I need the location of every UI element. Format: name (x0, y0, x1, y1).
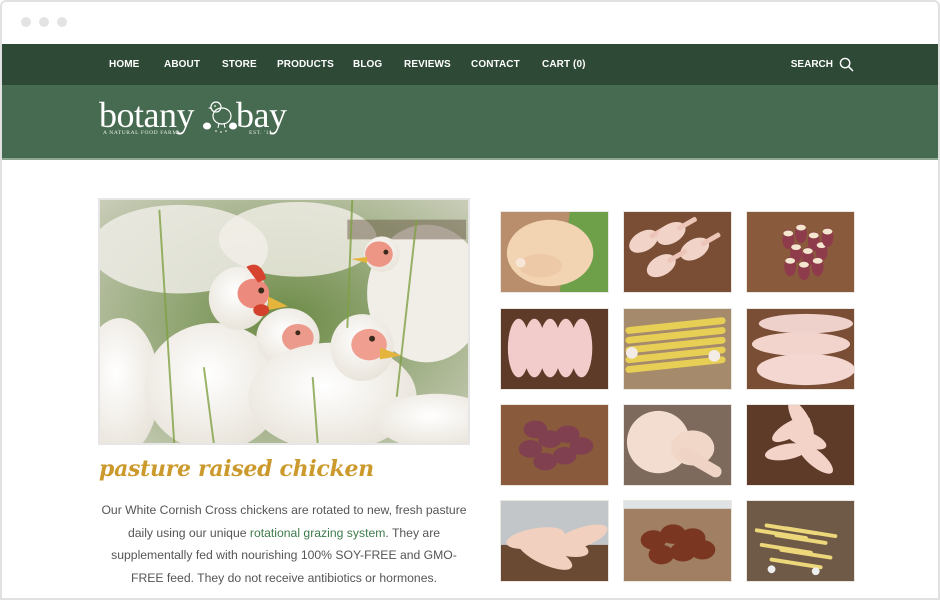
nav-blog[interactable]: BLOG (353, 44, 382, 85)
product-thumbnail[interactable] (746, 500, 855, 582)
nav-store[interactable]: STORE (222, 44, 257, 85)
window-close-button[interactable] (21, 17, 31, 27)
nav-home[interactable]: HOME (109, 44, 139, 85)
product-photo-whole (501, 212, 608, 292)
logo-established: EST. '11 (249, 130, 273, 136)
product-thumbnail[interactable] (623, 500, 732, 582)
product-photo-livers (501, 405, 608, 485)
product-photo-feet2 (747, 501, 854, 581)
rotational-grazing-link[interactable]: rotational grazing system (250, 526, 385, 540)
logo-word-bay: bay (236, 95, 287, 135)
product-photo-legs (624, 212, 731, 292)
product-photo-wings (747, 405, 854, 485)
product-photo-feet (624, 309, 731, 389)
brand-header: botany bay A NATURAL FOOD FARM EST. '11 (2, 85, 938, 160)
product-photo-fillets (747, 309, 854, 389)
nav-about[interactable]: ABOUT (164, 44, 200, 85)
section-title: pasture raised chicken (99, 456, 374, 482)
main-nav: HOME ABOUT STORE PRODUCTS BLOG REVIEWS C… (2, 44, 938, 85)
window-maximize-button[interactable] (57, 17, 67, 27)
product-thumbnail[interactable] (623, 211, 732, 293)
product-photo-gizzards (624, 501, 731, 581)
browser-window: HOME ABOUT STORE PRODUCTS BLOG REVIEWS C… (0, 0, 940, 600)
logo-word-botany: botany (99, 95, 194, 135)
product-thumbnail[interactable] (746, 211, 855, 293)
search-button[interactable]: SEARCH (791, 44, 854, 85)
product-photo-wings2 (501, 501, 608, 581)
nav-contact[interactable]: CONTACT (471, 44, 520, 85)
product-thumbnail[interactable] (500, 308, 609, 390)
product-thumbnail[interactable] (500, 500, 609, 582)
nav-products[interactable]: PRODUCTS (277, 44, 334, 85)
nav-reviews[interactable]: REVIEWS (404, 44, 451, 85)
hero-photo-chickens (100, 200, 468, 443)
product-thumbnail[interactable] (746, 404, 855, 486)
hero-image (98, 198, 470, 445)
nav-cart[interactable]: CART (0) (542, 44, 586, 85)
product-thumbnail[interactable] (746, 308, 855, 390)
product-photo-hearts (747, 212, 854, 292)
product-thumbnail[interactable] (500, 404, 609, 486)
product-photo-breasts (501, 309, 608, 389)
window-minimize-button[interactable] (39, 17, 49, 27)
search-icon (839, 57, 854, 72)
search-label: SEARCH (790, 59, 833, 70)
browser-titlebar (2, 2, 938, 44)
main-content: pasture raised chicken Our White Cornish… (2, 160, 938, 598)
product-description: Our White Cornish Cross chickens are rot… (98, 499, 470, 589)
product-photo-quarters (624, 405, 731, 485)
logo-tagline: A NATURAL FOOD FARM (103, 130, 178, 136)
product-thumbnail[interactable] (500, 211, 609, 293)
chick-icon (203, 101, 237, 133)
product-thumbnail[interactable] (623, 308, 732, 390)
product-thumbnail[interactable] (623, 404, 732, 486)
site-logo[interactable]: botany bay A NATURAL FOOD FARM EST. '11 (99, 97, 291, 141)
